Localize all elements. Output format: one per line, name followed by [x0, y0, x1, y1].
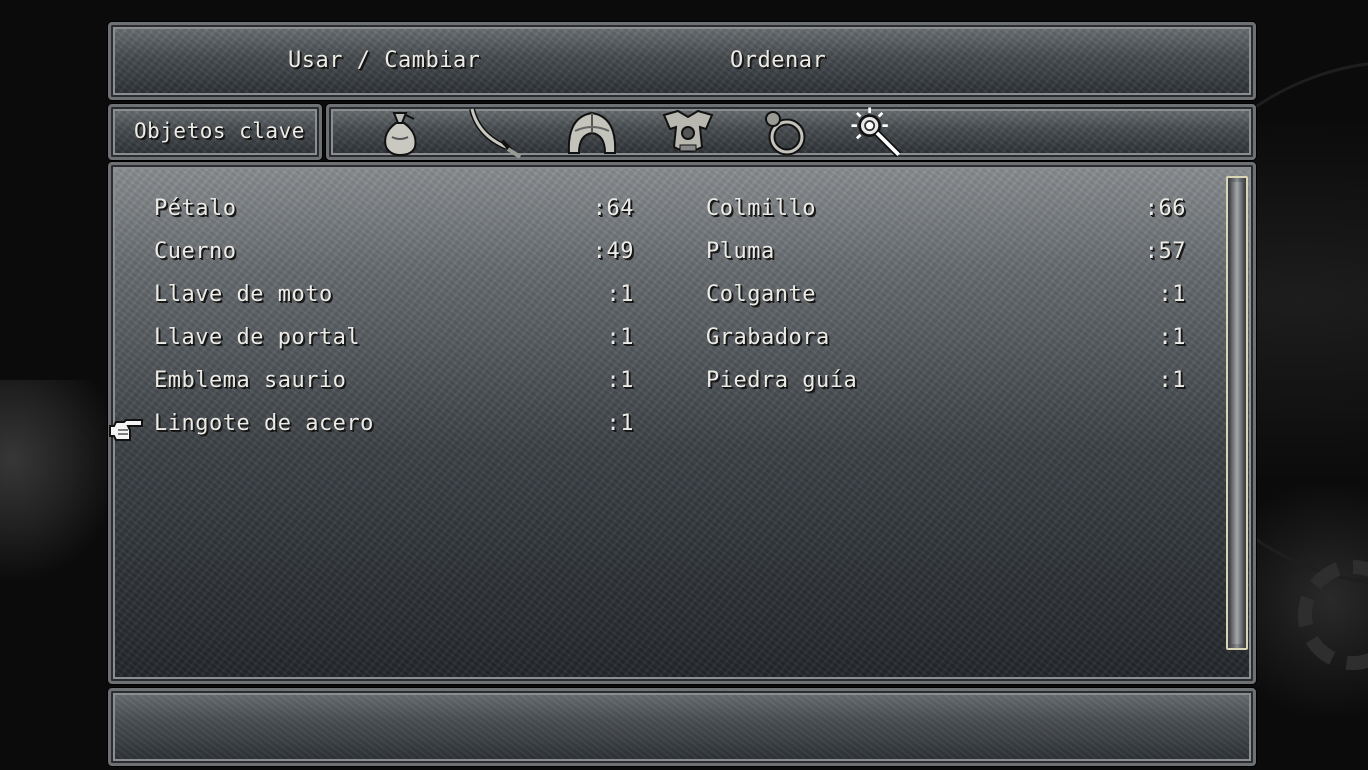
tab-weapons[interactable] [466, 104, 526, 160]
list-item[interactable]: Llave de moto [154, 282, 333, 308]
item-quantity: :1 [1158, 368, 1186, 393]
item-quantity: :1 [606, 282, 634, 307]
list-item[interactable]: Colmillo [706, 196, 816, 222]
tab-items[interactable] [370, 104, 430, 160]
background-gear-icon [1298, 560, 1368, 670]
tab-key-items[interactable] [846, 104, 906, 160]
item-quantity: :1 [606, 411, 634, 436]
list-item-selected[interactable]: Lingote de acero [154, 411, 374, 437]
helmet-icon [567, 111, 617, 154]
background-ornament [0, 380, 120, 580]
sort-command[interactable]: Ordenar [730, 48, 826, 74]
pointing-hand-cursor-icon [108, 418, 144, 448]
list-item[interactable]: Llave de portal [154, 325, 360, 351]
list-item[interactable]: Pluma [706, 239, 775, 265]
game-screen: Usar / Cambiar Ordenar Objetos clave Pét… [0, 0, 1368, 770]
sword-icon [469, 108, 522, 159]
category-label: Objetos clave [134, 119, 305, 143]
key-item-magnifier-icon [851, 107, 902, 158]
list-scrollbar[interactable] [1226, 176, 1248, 650]
tab-accessories[interactable] [754, 104, 814, 160]
item-quantity: :1 [606, 325, 634, 350]
tab-armor[interactable] [658, 104, 718, 160]
item-bag-icon [384, 112, 417, 157]
item-quantity: :1 [1158, 282, 1186, 307]
item-quantity: :66 [1144, 196, 1186, 221]
scrollbar-thumb[interactable] [1231, 182, 1243, 644]
list-item[interactable]: Cuerno [154, 239, 236, 265]
item-quantity: :1 [1158, 325, 1186, 350]
list-item[interactable]: Piedra guía [706, 368, 857, 394]
list-item[interactable]: Grabadora [706, 325, 830, 351]
use-change-command[interactable]: Usar / Cambiar [288, 48, 480, 74]
list-item[interactable]: Colgante [706, 282, 816, 308]
item-quantity: :64 [592, 196, 634, 221]
list-item[interactable]: Emblema saurio [154, 368, 346, 394]
armor-icon [662, 109, 714, 152]
tab-helmets[interactable] [562, 104, 622, 160]
item-quantity: :49 [592, 239, 634, 264]
item-quantity: :1 [606, 368, 634, 393]
item-quantity: :57 [1144, 239, 1186, 264]
list-item[interactable]: Pétalo [154, 196, 236, 222]
ring-icon [765, 111, 806, 156]
description-panel [108, 688, 1256, 766]
command-menu-panel [108, 22, 1256, 100]
